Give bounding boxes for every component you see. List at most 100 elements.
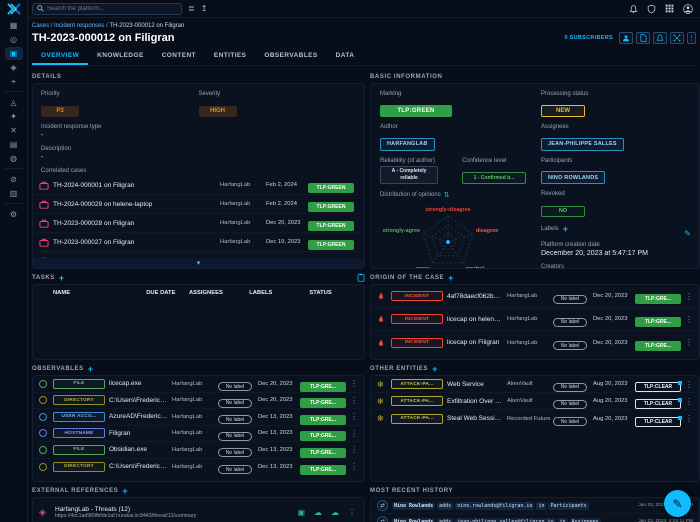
column-due-date[interactable]: DUE DATE <box>146 290 189 296</box>
row-menu-button[interactable]: ⋮ <box>685 380 693 389</box>
tab-overview[interactable]: OVERVIEW <box>32 48 88 65</box>
column-labels[interactable]: LABELS <box>249 290 309 296</box>
row-menu-button[interactable]: ⋮ <box>685 338 693 347</box>
row-menu-button[interactable]: ⋮ <box>348 508 356 517</box>
correlated-case-row[interactable]: TH-2023-000027 on Filigran HarfangLab De… <box>33 233 364 252</box>
origin-section-title: ORIGIN OF THE CASE <box>370 275 444 281</box>
sidebar-item-entities[interactable]: ▤ <box>5 138 23 151</box>
description-value: - <box>41 154 356 161</box>
assignee-chip[interactable]: JEAN-PHILIPPE SALLES <box>541 138 624 151</box>
more-options-button[interactable]: ⋮ <box>687 32 696 44</box>
observable-row[interactable]: USER ACCO... AzureAD\FredericBasier Harf… <box>33 409 364 426</box>
chevron-down-icon: ▾ <box>197 259 201 267</box>
subscribe-button[interactable] <box>619 32 633 44</box>
sidebar-item-events[interactable]: ◈ <box>5 61 23 74</box>
correlated-case-row[interactable]: TH-2023-000028 on Filigran HarfangLab De… <box>33 214 364 233</box>
security-shield-icon[interactable] <box>647 4 656 14</box>
tab-knowledge[interactable]: KNOWLEDGE <box>88 48 153 65</box>
sidebar-item-techniques[interactable]: ✕ <box>5 124 23 137</box>
add-label-button[interactable]: + <box>563 224 568 234</box>
dashboard-icon: ▦ <box>10 21 18 30</box>
origin-row[interactable]: INCIDENT 4af78daecf062b6a43d99bdd52c3eab… <box>371 285 699 308</box>
sidebar-item-locations[interactable]: ◍ <box>5 152 23 165</box>
observable-author: HarfangLab <box>172 447 218 453</box>
external-reference-row[interactable]: ◈ HarfangLab - Threats (12) https://4cc1… <box>33 498 364 522</box>
observable-row[interactable]: FILE Obsidian.exe HarfangLab No label De… <box>33 442 364 459</box>
edit-stix-button[interactable]: ✎ <box>684 229 691 238</box>
breadcrumb-incident-responses[interactable]: Incident responses <box>54 23 104 29</box>
row-menu-button[interactable]: ⋮ <box>350 445 358 454</box>
knowledge-graph-button[interactable] <box>670 32 684 44</box>
add-entity-button[interactable]: + <box>432 366 438 372</box>
case-author: HarfangLab <box>220 182 266 188</box>
sidebar-item-analyses[interactable]: ◎ <box>5 33 23 46</box>
external-reference-url[interactable]: https://4cc1ad989fbfde1af.hurukai.io:844… <box>55 513 297 519</box>
row-menu-button[interactable]: ⋮ <box>350 396 358 405</box>
correlated-case-row[interactable]: TH-2024-000029 on helene-laptop HarfangL… <box>33 195 364 214</box>
row-menu-button[interactable]: ⋮ <box>350 379 358 388</box>
sidebar-item-data[interactable]: ⊘ <box>5 173 23 186</box>
row-menu-button[interactable]: ⋮ <box>685 397 693 406</box>
tab-content[interactable]: CONTENT <box>153 48 205 65</box>
observable-row[interactable]: DIRECTORY C:\Users\FredericBasier\AppDat… <box>33 459 364 476</box>
left-sidebar: ▦ ◎ ▣ ◈ ⌖ ◬ ✦ ✕ ▤ ◍ ⊘ ▥ ⚙ <box>0 0 28 522</box>
task-template-button[interactable] <box>357 273 365 284</box>
origin-row[interactable]: INCIDENT licecap on helene-laptop Harfan… <box>371 308 699 331</box>
filigran-logo-icon[interactable] <box>0 0 28 18</box>
add-origin-button[interactable]: + <box>448 275 454 281</box>
row-menu-button[interactable]: ⋮ <box>350 462 358 471</box>
search-box[interactable] <box>32 3 182 15</box>
bulk-search-icon[interactable]: ≣ <box>188 4 195 13</box>
add-external-reference-button[interactable]: + <box>122 488 128 494</box>
account-profile-icon[interactable] <box>683 4 693 14</box>
sidebar-item-dashboard[interactable]: ▦ <box>5 19 23 32</box>
entity-row[interactable]: ✻ ATTACK-PA... Steal Web Session Cookie … <box>371 410 699 427</box>
sidebar-item-arsenal[interactable]: ✦ <box>5 110 23 123</box>
entity-author: AlienVault <box>507 381 553 387</box>
correlated-case-row[interactable]: TH-2024-000001 on Filigran HarfangLab Fe… <box>33 176 364 195</box>
participant-chip[interactable]: NINO ROWLANDS <box>541 171 605 184</box>
marking-badge: TLP:GRE... <box>300 382 346 392</box>
entity-row[interactable]: ✻ ATTACK-PA... Exfiltration Over Web Ser… <box>371 393 699 410</box>
origin-row[interactable]: INCIDENT licecap on Filigran HarfangLab … <box>371 331 699 354</box>
entity-type-badge: INCIDENT <box>391 291 443 301</box>
export-button[interactable] <box>636 32 650 44</box>
sidebar-item-trash[interactable]: ▥ <box>5 187 23 200</box>
cloud-upload-icon[interactable]: ☁ <box>331 508 339 517</box>
preview-icon[interactable]: ▣ <box>297 508 305 517</box>
cloud-sync-icon[interactable]: ☁ <box>314 508 322 517</box>
sidebar-item-cases[interactable]: ▣ <box>5 47 23 60</box>
row-menu-button[interactable]: ⋮ <box>685 315 693 324</box>
sidebar-item-threats[interactable]: ◬ <box>5 96 23 109</box>
author-chip[interactable]: HARFANGLAB <box>380 138 435 151</box>
subscribers-button[interactable]: 0 SUBSCRIBERS <box>564 35 613 41</box>
observable-row[interactable]: HOSTNAME Filigran HarfangLab No label De… <box>33 426 364 443</box>
tab-data[interactable]: DATA <box>327 48 364 65</box>
observable-author: HarfangLab <box>172 464 218 470</box>
tab-entities[interactable]: ENTITIES <box>205 48 255 65</box>
sidebar-item-settings[interactable]: ⚙ <box>5 208 23 221</box>
tab-observables[interactable]: OBSERVABLES <box>255 48 326 65</box>
row-menu-button[interactable]: ⋮ <box>350 429 358 438</box>
expand-details-button[interactable]: ▾ <box>33 258 364 268</box>
search-input[interactable] <box>47 6 177 12</box>
apps-grid-icon[interactable] <box>665 4 674 13</box>
entity-row[interactable]: ✻ ATTACK-PA... Web Service AlienVault No… <box>371 376 699 393</box>
observable-row[interactable]: DIRECTORY C:\Users\FredericBasier\AppDat… <box>33 393 364 410</box>
row-menu-button[interactable]: ⋮ <box>685 292 693 301</box>
add-task-button[interactable]: + <box>59 275 65 281</box>
row-menu-button[interactable]: ⋮ <box>350 412 358 421</box>
column-name[interactable]: NAME <box>39 290 146 296</box>
observable-row[interactable]: FILE licecap.exe HarfangLab No label Dec… <box>33 376 364 393</box>
row-menu-button[interactable]: ⋮ <box>685 414 693 423</box>
sidebar-item-observations[interactable]: ⌖ <box>5 75 23 88</box>
column-assignees[interactable]: ASSIGNEES <box>189 290 249 296</box>
breadcrumb-cases[interactable]: Cases <box>32 23 49 29</box>
add-observable-button[interactable]: + <box>88 366 94 372</box>
notifications-bell-icon[interactable] <box>629 4 638 14</box>
notifications-button[interactable] <box>653 32 667 44</box>
incident-fire-icon <box>377 291 385 301</box>
column-status[interactable]: STATUS <box>309 290 358 296</box>
import-icon[interactable]: ↥ <box>201 4 208 13</box>
edit-fab-button[interactable]: ✎ <box>664 490 691 517</box>
